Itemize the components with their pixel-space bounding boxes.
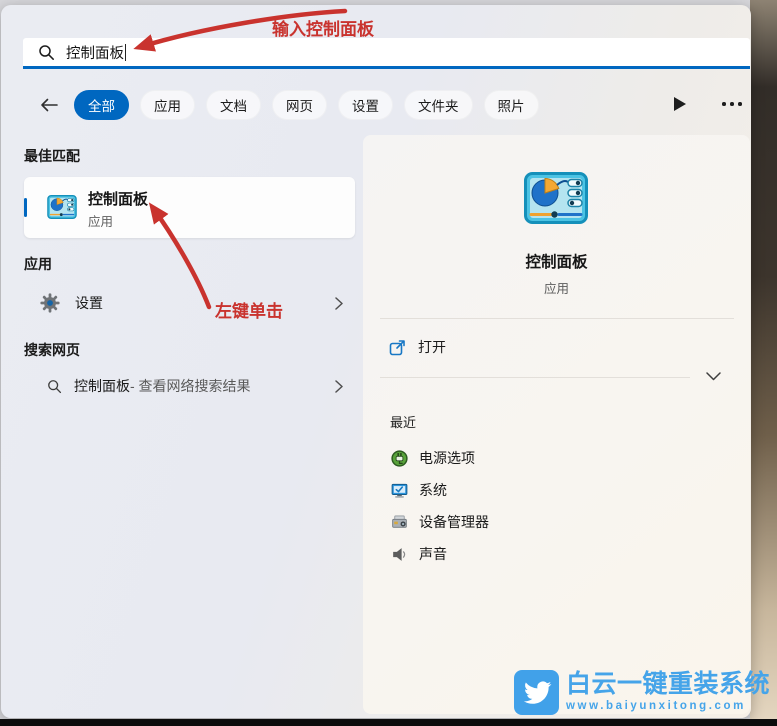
watermark-url: www.baiyunxitong.com <box>566 700 746 712</box>
watermark-text: 白云一键重装系统 www.baiyunxitong.com <box>566 670 770 715</box>
best-match-title: 控制面板 <box>88 191 149 208</box>
recent-header: 最近 <box>390 415 417 430</box>
preview-title: 控制面板 <box>525 254 588 271</box>
tab-documents[interactable]: 文档 <box>206 90 261 120</box>
watermark-title: 白云一键重装系统 <box>566 670 771 698</box>
apps-header: 应用 <box>24 256 52 272</box>
selection-indicator <box>24 198 27 217</box>
divider <box>380 318 734 319</box>
open-external-icon <box>389 339 406 356</box>
power-options-icon <box>390 449 409 468</box>
watermark: 白云一键重装系统 www.baiyunxitong.com <box>514 670 770 715</box>
best-match-subtitle: 应用 <box>88 215 114 229</box>
preview-panel: 控制面板 应用 打开 最近 电源选项 系统 设备管理器 声音 <box>363 135 750 714</box>
recent-item-label: 电源选项 <box>419 450 475 466</box>
app-result-settings[interactable]: 设置 <box>24 283 355 323</box>
recent-item-system[interactable]: 系统 <box>380 477 733 503</box>
control-panel-icon-large <box>524 172 588 229</box>
system-icon <box>390 481 409 500</box>
open-action[interactable]: 打开 <box>380 332 720 362</box>
screenshot-root: 控制面板 全部 应用 文档 网页 设置 文件夹 照片 最佳匹配 控制面板 应用 <box>0 0 777 726</box>
recent-item-device-manager[interactable]: 设备管理器 <box>380 509 733 535</box>
tab-all[interactable]: 全部 <box>74 90 129 120</box>
chevron-down-icon[interactable] <box>706 372 721 381</box>
tab-photos[interactable]: 照片 <box>483 90 539 120</box>
open-label: 打开 <box>418 339 446 355</box>
back-button[interactable] <box>37 93 61 117</box>
search-query-text: 控制面板 <box>66 45 124 62</box>
web-result-suffix: - 查看网络搜索结果 <box>130 378 251 394</box>
tab-apps[interactable]: 应用 <box>140 90 195 120</box>
tab-web[interactable]: 网页 <box>272 90 327 120</box>
tab-folders[interactable]: 文件夹 <box>404 90 473 120</box>
play-icon[interactable] <box>674 97 686 111</box>
taskbar-edge <box>0 719 777 726</box>
recent-item-sound[interactable]: 声音 <box>380 541 733 567</box>
settings-result-label: 设置 <box>75 295 103 311</box>
chevron-right-icon[interactable] <box>335 379 343 393</box>
search-icon <box>38 44 55 61</box>
divider <box>380 377 690 378</box>
control-panel-icon <box>47 195 77 224</box>
gear-icon <box>40 293 60 313</box>
best-match-header: 最佳匹配 <box>24 148 80 164</box>
recent-item-label: 设备管理器 <box>419 514 489 530</box>
chevron-right-icon[interactable] <box>335 296 343 310</box>
recent-item-label: 系统 <box>419 482 447 498</box>
desktop-background-strip <box>750 0 777 726</box>
search-filter-tabs: 全部 应用 文档 网页 设置 文件夹 照片 <box>37 90 539 120</box>
search-flyout-window: 控制面板 全部 应用 文档 网页 设置 文件夹 照片 最佳匹配 控制面板 应用 <box>1 5 751 718</box>
more-options-icon[interactable] <box>722 102 742 106</box>
recent-item-power-options[interactable]: 电源选项 <box>380 445 733 471</box>
best-match-result[interactable]: 控制面板 应用 <box>24 177 355 238</box>
device-manager-icon <box>390 513 409 532</box>
text-caret <box>125 43 126 61</box>
recent-item-label: 声音 <box>419 546 447 562</box>
search-icon <box>47 379 62 394</box>
web-search-header: 搜索网页 <box>24 342 80 358</box>
search-input[interactable]: 控制面板 <box>23 38 750 69</box>
web-search-result[interactable]: 控制面板 - 查看网络搜索结果 <box>24 368 355 404</box>
watermark-bird-icon <box>514 670 559 715</box>
web-query-text: 控制面板 <box>74 378 130 394</box>
preview-subtitle: 应用 <box>543 282 569 296</box>
sound-icon <box>390 545 409 564</box>
tab-settings[interactable]: 设置 <box>338 90 393 120</box>
